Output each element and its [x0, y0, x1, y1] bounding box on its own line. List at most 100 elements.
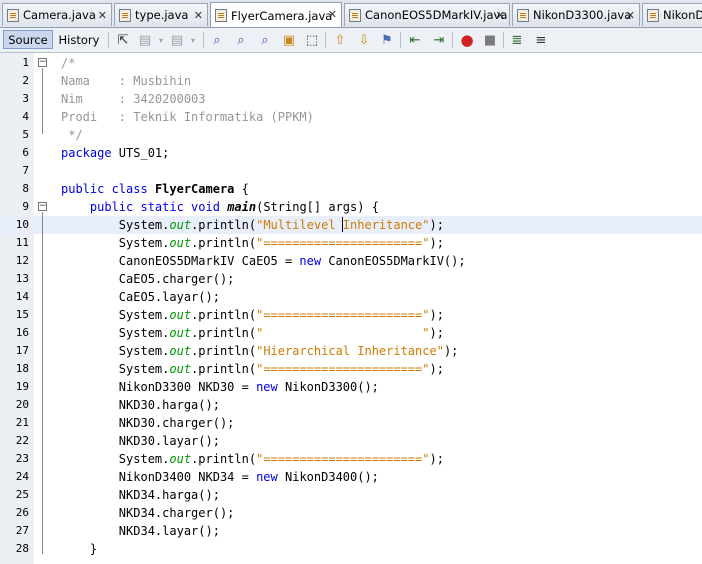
find-selection-icon[interactable]: ⌕	[208, 31, 226, 49]
code-line[interactable]: 22 NKD30.layar();	[0, 432, 702, 450]
code-token: System.	[61, 344, 170, 358]
line-number: 12	[15, 254, 29, 267]
stop-macro-recording-icon[interactable]: ■	[481, 31, 499, 49]
text-caret	[342, 217, 343, 232]
code-token: package	[61, 146, 112, 160]
code-text: System.out.println("====================…	[61, 234, 444, 252]
forward-dropdown-icon[interactable]: ▾	[184, 31, 202, 49]
code-line[interactable]: 16 System.out.println(" ");	[0, 324, 702, 342]
code-editor[interactable]: 1−/* 2 Nama : Musbihin 3 Nim : 3420200003 4 Pr…	[0, 53, 702, 564]
code-text: System.out.println("====================…	[61, 306, 444, 324]
code-line[interactable]: 1− /*	[0, 54, 702, 72]
code-token: main	[227, 200, 257, 214]
line-number: 14	[15, 290, 29, 303]
code-text: */	[61, 126, 82, 144]
code-line[interactable]: 11 System.out.println("=================…	[0, 234, 702, 252]
tab-camera-java[interactable]: Camera.java ✕	[2, 3, 112, 26]
code-line[interactable]: 17 System.out.println("Hierarchical Inhe…	[0, 342, 702, 360]
editor-tab-bar: Camera.java ✕ type.java ✕ FlyerCamera.ja…	[0, 0, 702, 28]
comment-icon[interactable]: ≣	[508, 31, 526, 49]
code-line[interactable]: 10 System.out.println("Multilevel Inheri…	[0, 216, 702, 234]
code-line[interactable]: 2 Nama : Musbihin	[0, 72, 702, 90]
line-number: 20	[15, 398, 29, 411]
code-line[interactable]: 5 */	[0, 126, 702, 144]
code-line[interactable]: 15 System.out.println("=================…	[0, 306, 702, 324]
code-token: CanonEOS5DMarkIV();	[321, 254, 466, 268]
start-macro-recording-icon[interactable]: ●	[458, 31, 476, 49]
code-line[interactable]: 25 NKD34.harga();	[0, 486, 702, 504]
code-line[interactable]: 12 CanonEOS5DMarkIV CaEO5 = new CanonEOS…	[0, 252, 702, 270]
code-text: Prodi : Teknik Informatika (PPKM)	[61, 108, 314, 126]
code-line[interactable]: 13 CaEO5.charger();	[0, 270, 702, 288]
toggle-rectangular-selection-icon[interactable]: ⬚	[303, 31, 321, 49]
code-token: NKD34.harga();	[61, 488, 220, 502]
toggle-bookmark-icon[interactable]: ⚑	[378, 31, 396, 49]
code-line[interactable]: 14 CaEO5.layar();	[0, 288, 702, 306]
code-token: new	[299, 254, 322, 268]
code-line[interactable]: 3 Nim : 3420200003	[0, 90, 702, 108]
close-tab-icon[interactable]: ✕	[98, 9, 107, 22]
last-edit-icon[interactable]: ⇱	[114, 31, 132, 49]
close-tab-icon[interactable]: ✕	[328, 8, 337, 21]
tab-nikond3-java[interactable]: NikonD3	[642, 3, 702, 26]
code-token: );	[443, 344, 459, 358]
code-line[interactable]: 19 NikonD3300 NKD30 = new NikonD3300();	[0, 378, 702, 396]
code-token: public static void	[89, 200, 220, 214]
close-tab-icon[interactable]: ✕	[626, 9, 635, 22]
code-line[interactable]: 26 NKD34.charger();	[0, 504, 702, 522]
code-token: System.	[61, 326, 170, 340]
code-line[interactable]: 24 NikonD3400 NKD34 = new NikonD3400();	[0, 468, 702, 486]
code-line[interactable]: 21 NKD30.charger();	[0, 414, 702, 432]
code-line[interactable]: 27 NKD34.layar();	[0, 522, 702, 540]
code-text: NikonD3300 NKD30 = new NikonD3300();	[61, 378, 379, 396]
tab-flyercamera-java[interactable]: FlyerCamera.java ✕	[210, 2, 342, 27]
line-number: 9	[22, 200, 29, 213]
code-line[interactable]: 6 package UTS_01;	[0, 144, 702, 162]
fold-toggle-icon[interactable]: −	[38, 58, 47, 67]
code-line[interactable]: 8 public class FlyerCamera {	[0, 180, 702, 198]
code-token: "======================"	[256, 362, 430, 376]
code-token: Nim : 3420200003	[61, 92, 206, 106]
code-line[interactable]: 28 }	[0, 540, 702, 558]
toggle-highlight-icon[interactable]: ▣	[280, 31, 298, 49]
code-line[interactable]: 18 System.out.println("=================…	[0, 360, 702, 378]
next-bookmark-icon[interactable]: ⇩	[355, 31, 373, 49]
line-number: 8	[22, 182, 29, 195]
line-number: 6	[22, 146, 29, 159]
code-line[interactable]: 4 Prodi : Teknik Informatika (PPKM)	[0, 108, 702, 126]
previous-bookmark-icon[interactable]: ⇧	[331, 31, 349, 49]
code-token: System.	[61, 236, 170, 250]
line-number: 19	[15, 380, 29, 393]
code-text: NKD30.charger();	[61, 414, 235, 432]
history-view-button[interactable]: History	[55, 30, 103, 49]
shift-line-left-icon[interactable]: ⇤	[406, 31, 424, 49]
line-number: 3	[22, 92, 29, 105]
code-token: new	[256, 380, 278, 394]
tab-label: Camera.java	[23, 8, 96, 22]
find-previous-icon[interactable]: ⌕	[232, 31, 250, 49]
code-line[interactable]: 7	[0, 162, 702, 180]
code-line[interactable]: 23 System.out.println("=================…	[0, 450, 702, 468]
tab-nikond3300-java[interactable]: NikonD3300.java ✕	[512, 3, 640, 26]
code-token: {	[234, 182, 249, 196]
tab-type-java[interactable]: type.java ✕	[114, 3, 208, 26]
source-view-button[interactable]: Source	[3, 30, 53, 49]
code-token: .println(	[191, 452, 257, 466]
line-number: 5	[22, 128, 29, 141]
code-token: out	[169, 362, 192, 376]
shift-line-right-icon[interactable]: ⇥	[430, 31, 448, 49]
close-tab-icon[interactable]: ✕	[496, 9, 505, 22]
editor-toolbar: Source History ⇱ ▤ ▾ ▤ ▾ ⌕ ⌕ ⌕ ▣ ⬚ ⇧ ⇩ ⚑…	[0, 28, 702, 53]
tab-label: NikonD3	[663, 8, 702, 22]
fold-toggle-icon[interactable]: −	[38, 202, 47, 211]
code-text: System.out.println(" ");	[61, 324, 444, 342]
code-text: NikonD3400 NKD34 = new NikonD3400();	[61, 468, 379, 486]
close-tab-icon[interactable]: ✕	[194, 9, 203, 22]
code-token: out	[169, 236, 192, 250]
code-line[interactable]: 9− public static void main(String[] args…	[0, 198, 702, 216]
line-number: 15	[15, 308, 29, 321]
tab-canoneos5dmarkiv-java[interactable]: CanonEOS5DMarkIV.java ✕	[344, 3, 510, 26]
uncomment-icon[interactable]: ≡	[532, 31, 550, 49]
code-line[interactable]: 20 NKD30.harga();	[0, 396, 702, 414]
find-next-icon[interactable]: ⌕	[256, 31, 274, 49]
